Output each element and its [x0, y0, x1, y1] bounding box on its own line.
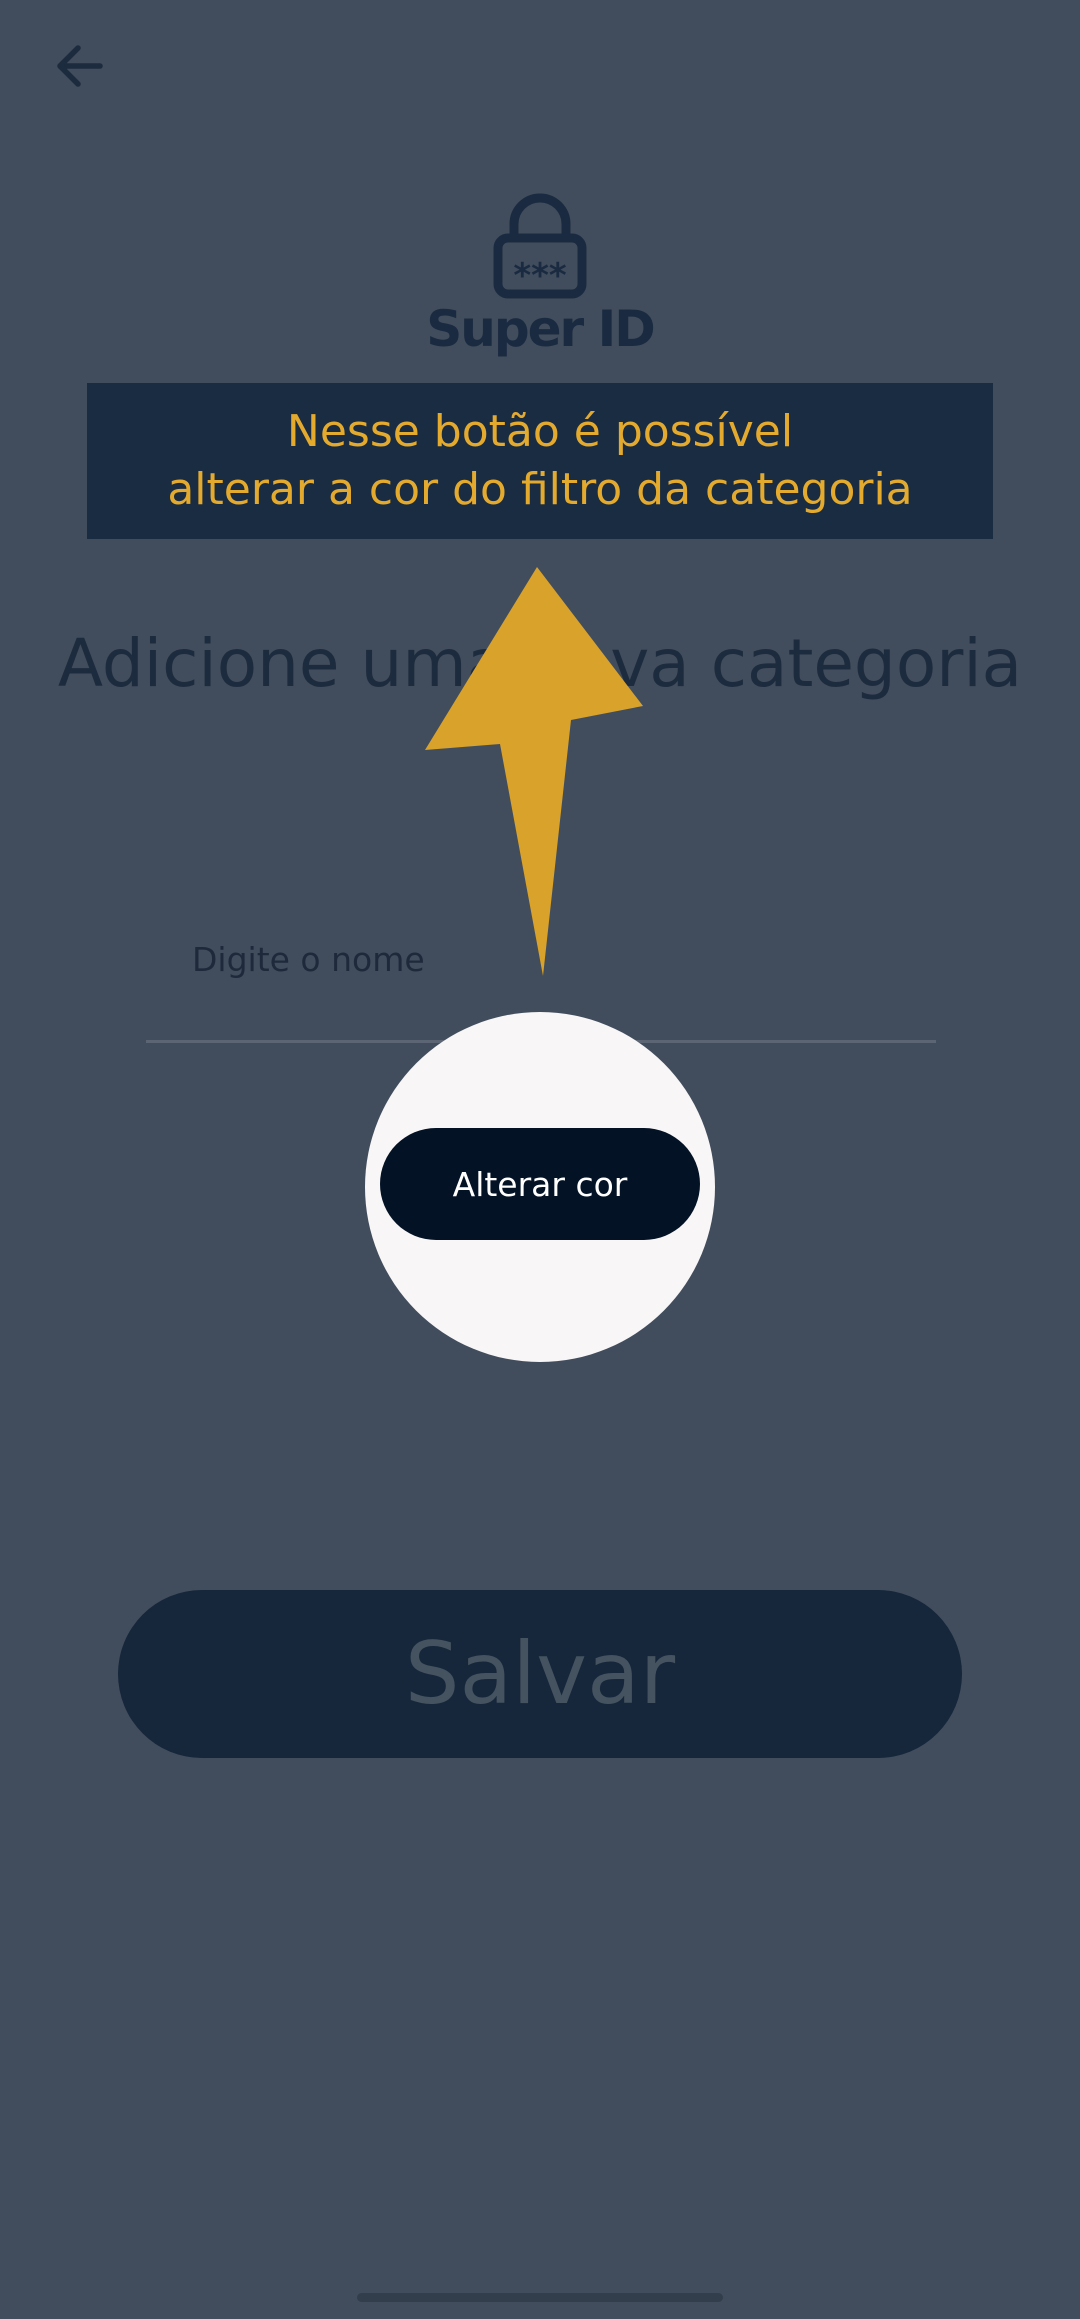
home-indicator[interactable]	[357, 2293, 723, 2302]
app-name: Super ID	[426, 300, 655, 358]
arrow-left-icon	[57, 45, 103, 87]
save-button-label: Salvar	[404, 1624, 676, 1724]
save-button[interactable]: Salvar	[118, 1590, 962, 1758]
category-name-input[interactable]: Digite o nome	[192, 940, 425, 979]
tooltip-line-2: alterar a cor do filtro da categoria	[167, 464, 913, 515]
back-button[interactable]	[44, 30, 116, 102]
change-color-label: Alterar cor	[452, 1164, 628, 1204]
lock-icon: ***	[493, 193, 587, 299]
lock-asterisks: ***	[513, 256, 567, 296]
page-title: Adicione uma nova categoria	[57, 625, 1023, 702]
tooltip-line-1: Nesse botão é possível	[286, 406, 794, 457]
tutorial-tooltip: Nesse botão é possível alterar a cor do …	[87, 383, 993, 539]
add-category-screen: *** Super ID Adicione uma nova categoria…	[0, 0, 1080, 2319]
app-logo: *** Super ID	[0, 190, 1080, 358]
change-color-button[interactable]: Alterar cor	[380, 1128, 700, 1240]
